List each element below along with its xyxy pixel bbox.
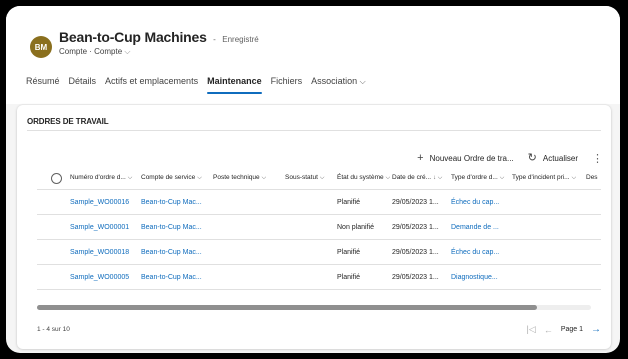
column-label: État du système xyxy=(337,174,384,181)
order-type-link[interactable]: Échec du cap... xyxy=(451,249,499,256)
column-header-description[interactable]: Des xyxy=(586,174,598,181)
entity-line: Compte · Compte ⌵ xyxy=(59,47,130,57)
next-page-icon[interactable]: → xyxy=(591,324,601,335)
created-on: 29/05/2023 1... xyxy=(392,274,439,281)
column-header-order-type[interactable]: Type d'ordre d... ⌵ xyxy=(451,174,504,182)
form-separator: · xyxy=(89,47,92,56)
tab-association[interactable]: Association ⌵ xyxy=(311,74,366,96)
created-on: 29/05/2023 1... xyxy=(392,199,439,206)
order-type-link[interactable]: Demande de ... xyxy=(451,224,499,231)
column-header-asset[interactable]: Poste technique ⌵ xyxy=(213,174,266,182)
horizontal-scrollbar[interactable] xyxy=(37,305,591,310)
system-status: Planifié xyxy=(337,274,360,281)
chevron-down-icon: ⌵ xyxy=(124,47,131,56)
form-selector[interactable]: Compte ⌵ xyxy=(94,47,130,56)
refresh-icon: ↻ xyxy=(527,152,537,164)
order-type-link[interactable]: Diagnostique... xyxy=(451,274,498,281)
chevron-down-icon: ⌵ xyxy=(571,175,577,181)
chevron-down-icon: ⌵ xyxy=(127,175,133,181)
command-bar: + Nouveau Ordre de tra... ↻ Actualiser ⋮ xyxy=(403,151,603,165)
column-label: Type d'ordre d... xyxy=(451,174,498,181)
chevron-down-icon: ⌵ xyxy=(197,175,202,181)
work-order-number-link[interactable]: Sample_WO00005 xyxy=(70,274,129,281)
section-title: ORDRES DE TRAVAIL xyxy=(27,117,109,126)
form-name: Compte xyxy=(94,47,123,56)
column-label: Type d'incident pri... xyxy=(512,174,570,181)
tab-maintenance[interactable]: Maintenance xyxy=(207,74,262,96)
page-indicator: Page 1 xyxy=(560,326,583,333)
system-status: Planifié xyxy=(337,199,360,206)
previous-page-icon[interactable]: ← xyxy=(544,325,553,335)
work-order-number-link[interactable]: Sample_WO00001 xyxy=(70,224,129,231)
tab-assets[interactable]: Actifs et emplacements xyxy=(105,74,198,96)
chevron-down-icon: ⌵ xyxy=(385,175,391,181)
system-status: Non planifié xyxy=(337,224,374,231)
more-commands-button[interactable]: ⋮ xyxy=(592,152,603,165)
chevron-down-icon: ⌵ xyxy=(319,175,325,181)
column-label: Sous-statut xyxy=(285,174,318,181)
refresh-button[interactable]: ↻ Actualiser xyxy=(527,152,578,164)
order-type-link[interactable]: Échec du cap... xyxy=(451,199,499,206)
chevron-down-icon: ⌵ xyxy=(499,175,505,181)
tab-files[interactable]: Fichiers xyxy=(271,74,303,96)
more-icon: ⋮ xyxy=(592,152,603,165)
scrollbar-thumb[interactable] xyxy=(37,305,537,310)
column-header-incident-type[interactable]: Type d'incident pri... ⌵ xyxy=(512,174,576,182)
service-account-link[interactable]: Bean-to-Cup Mac... xyxy=(141,274,202,281)
created-on: 29/05/2023 1... xyxy=(392,249,439,256)
sort-down-icon: ↓ ⌵ xyxy=(433,175,443,181)
record-header: BM Bean-to-Cup Machines - Enregistré Com… xyxy=(6,6,620,104)
service-account-link[interactable]: Bean-to-Cup Mac... xyxy=(141,224,202,231)
title-separator: - xyxy=(213,35,216,44)
chevron-down-icon: ⌵ xyxy=(261,175,267,181)
table-row[interactable]: Sample_WO00018 Bean-to-Cup Mac... Planif… xyxy=(37,240,601,265)
table-row[interactable]: Sample_WO00005 Bean-to-Cup Mac... Planif… xyxy=(37,265,601,290)
tab-resume[interactable]: Résumé xyxy=(26,74,60,96)
column-header-system-status[interactable]: État du système ⌵ xyxy=(337,174,390,182)
system-status: Planifié xyxy=(337,249,360,256)
new-work-order-button[interactable]: + Nouveau Ordre de tra... xyxy=(417,152,514,164)
title-line: Bean-to-Cup Machines - Enregistré xyxy=(59,29,259,47)
plus-icon: + xyxy=(417,152,424,164)
service-account-link[interactable]: Bean-to-Cup Mac... xyxy=(141,249,202,256)
column-label: Compte de service xyxy=(141,174,196,181)
work-orders-grid: Numéro d'ordre d... ⌵ Compte de service ⌵ … xyxy=(37,168,601,290)
tab-details[interactable]: Détails xyxy=(69,74,97,96)
column-header-created-on[interactable]: Date de cré... ↓ ⌵ xyxy=(392,174,442,182)
page-title: Bean-to-Cup Machines xyxy=(59,29,207,45)
section-divider xyxy=(27,130,601,131)
avatar: BM xyxy=(30,36,52,58)
created-on: 29/05/2023 1... xyxy=(392,224,439,231)
column-label: Poste technique xyxy=(213,174,260,181)
service-account-link[interactable]: Bean-to-Cup Mac... xyxy=(141,199,202,206)
table-row[interactable]: Sample_WO00001 Bean-to-Cup Mac... Non pl… xyxy=(37,215,601,240)
select-all-checkbox[interactable] xyxy=(51,173,62,184)
table-row[interactable]: Sample_WO00016 Bean-to-Cup Mac... Planif… xyxy=(37,190,601,215)
first-page-icon[interactable]: |◁ xyxy=(527,324,536,335)
column-label: Date de cré... xyxy=(392,174,432,181)
tab-list: Résumé Détails Actifs et emplacements Ma… xyxy=(26,74,375,96)
record-count: 1 - 4 sur 10 xyxy=(37,326,70,333)
entity-name: Compte xyxy=(59,47,88,56)
column-header-number[interactable]: Numéro d'ordre d... ⌵ xyxy=(70,174,132,182)
column-label: Des xyxy=(586,174,598,181)
work-order-number-link[interactable]: Sample_WO00016 xyxy=(70,199,129,206)
work-order-number-link[interactable]: Sample_WO00018 xyxy=(70,249,129,256)
refresh-label: Actualiser xyxy=(542,153,578,163)
save-status: Enregistré xyxy=(222,35,259,44)
grid-header: Numéro d'ordre d... ⌵ Compte de service ⌵ … xyxy=(37,168,601,190)
column-header-account[interactable]: Compte de service ⌵ xyxy=(141,174,202,182)
app-frame: BM Bean-to-Cup Machines - Enregistré Com… xyxy=(6,6,620,353)
tab-association-label: Association xyxy=(311,76,358,86)
pagination: |◁ ← Page 1 → xyxy=(527,324,601,335)
chevron-down-icon: ⌵ xyxy=(359,77,366,86)
column-label: Numéro d'ordre d... xyxy=(70,174,126,181)
column-header-substatus[interactable]: Sous-statut ⌵ xyxy=(285,174,324,182)
new-work-order-label: Nouveau Ordre de tra... xyxy=(429,153,514,163)
work-orders-section: ORDRES DE TRAVAIL + Nouveau Ordre de tra… xyxy=(17,105,611,349)
